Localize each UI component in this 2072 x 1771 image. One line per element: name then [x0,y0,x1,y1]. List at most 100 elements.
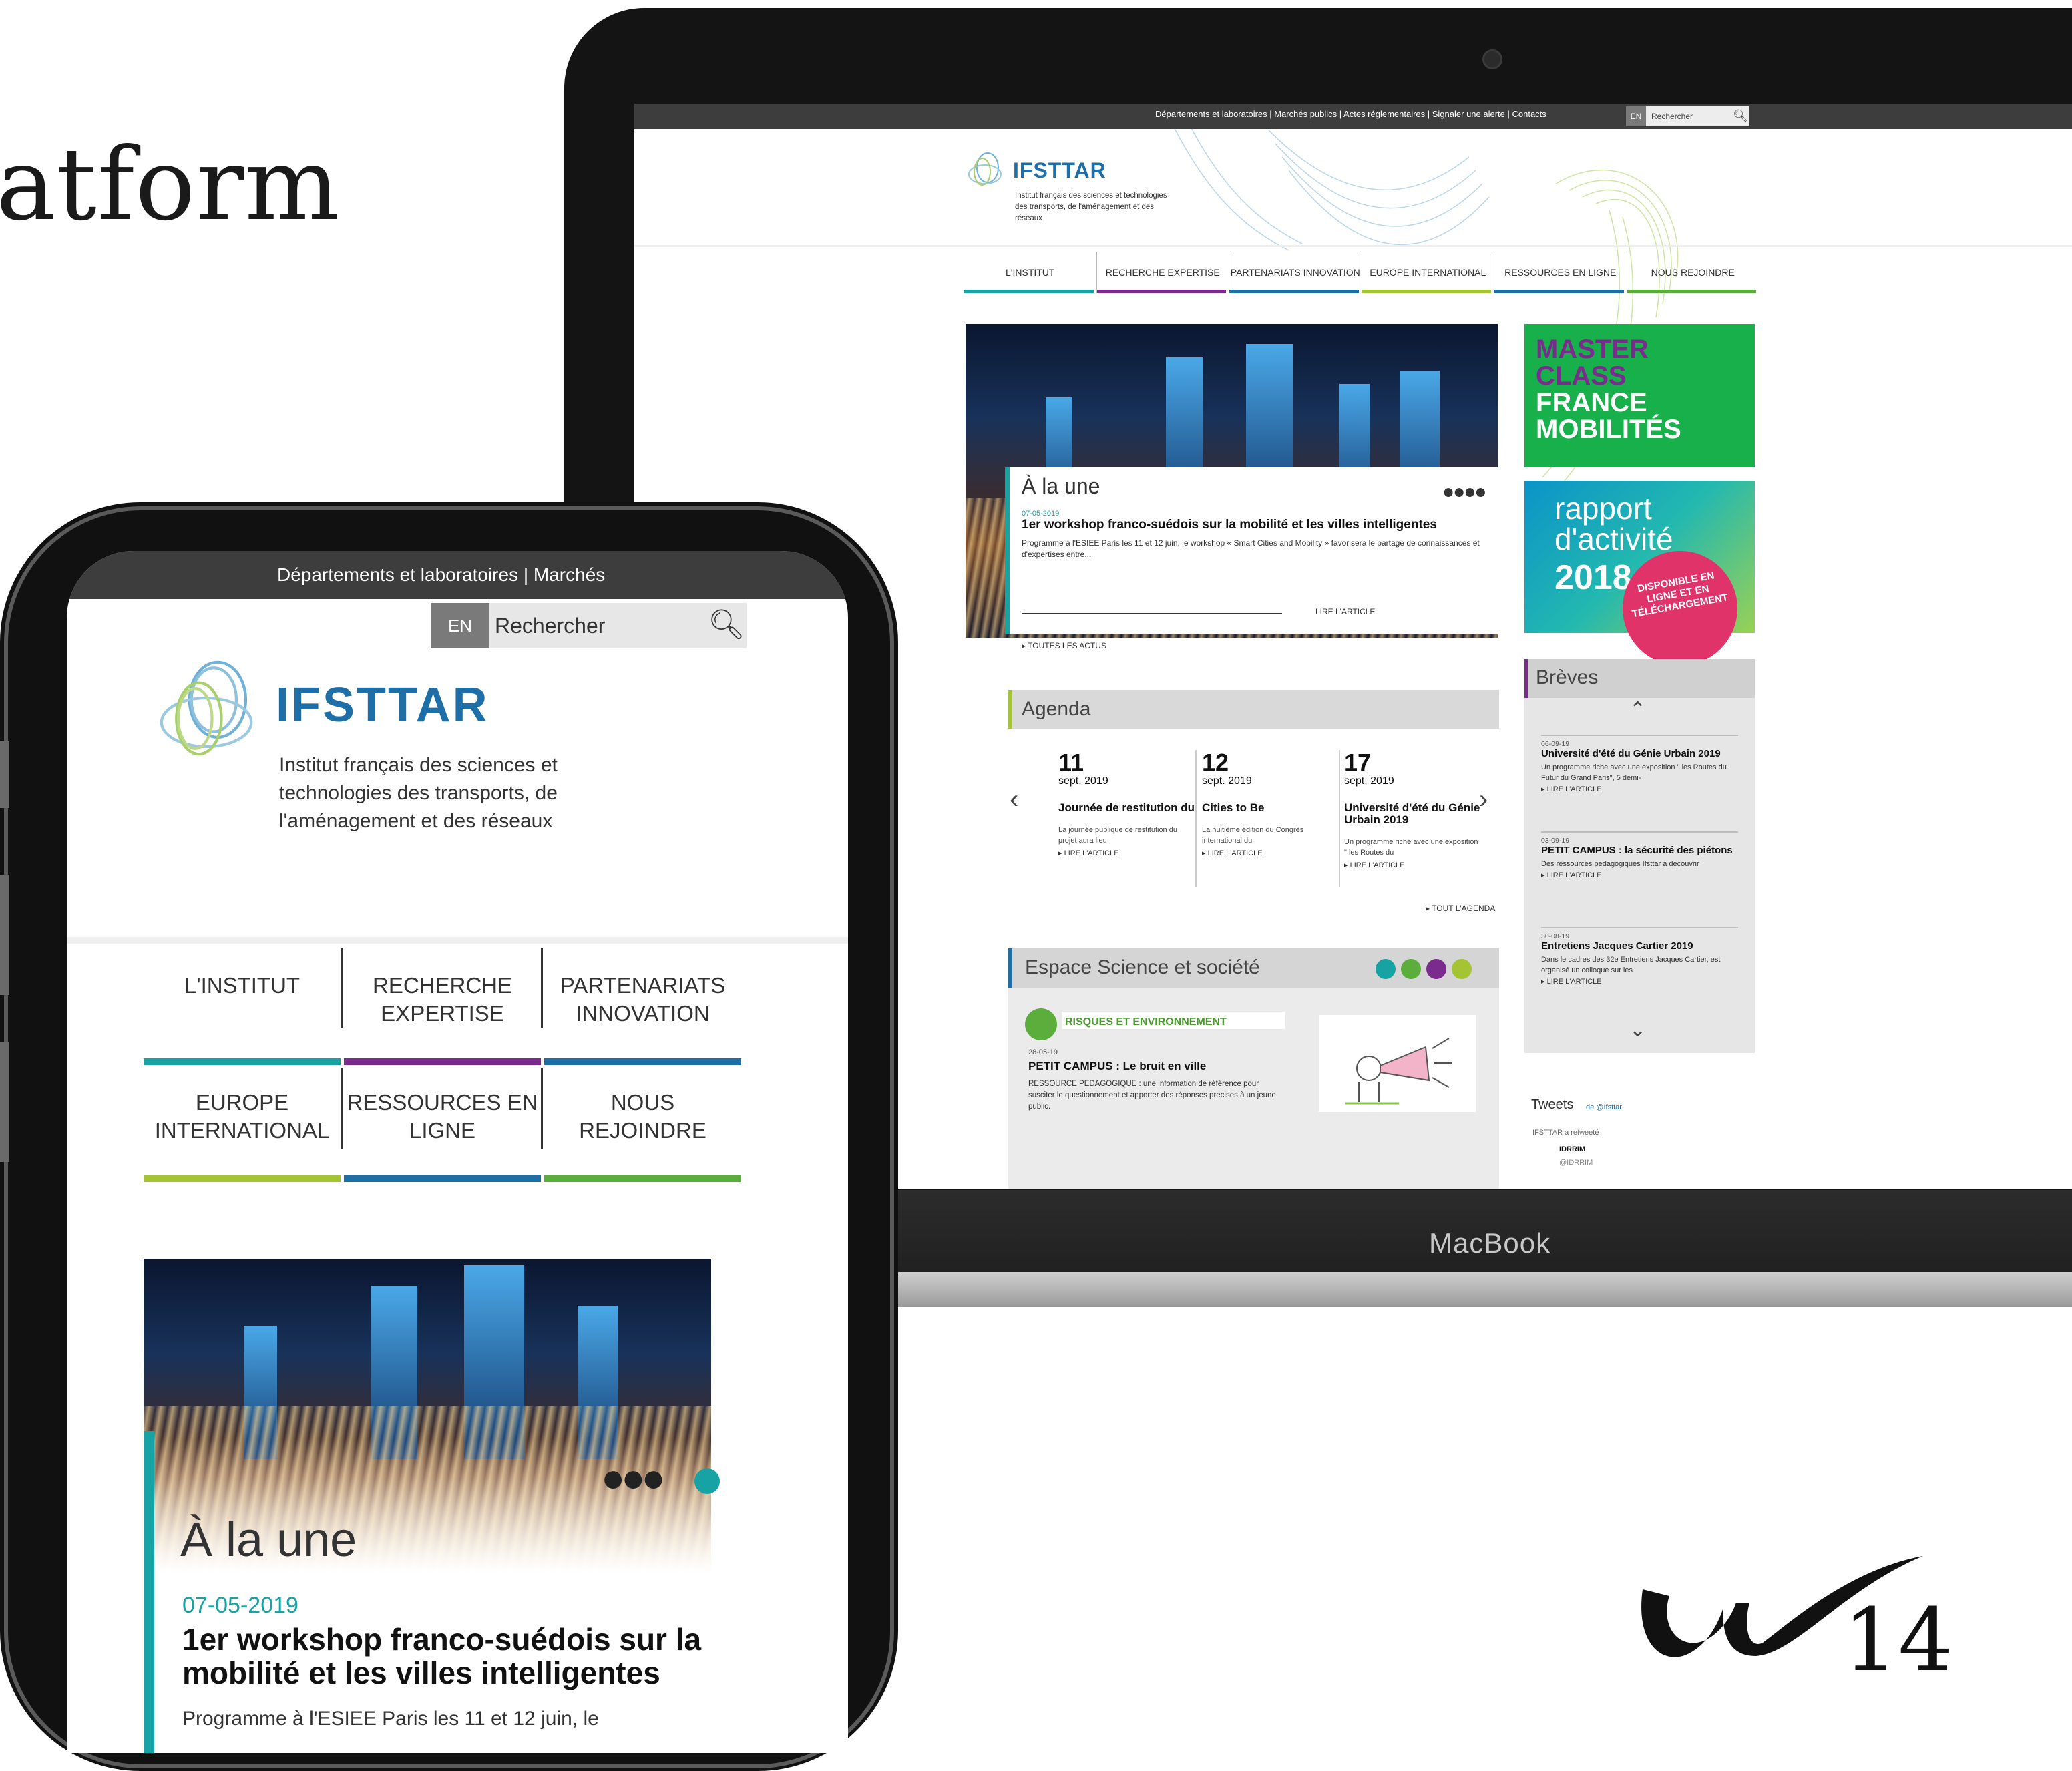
breve-read-link[interactable]: ▸ LIRE L'ARTICLE [1541,871,1738,879]
nav-label: RESSOURCES EN LIGNE [1504,267,1617,278]
megaphone-illustration [1319,1015,1476,1112]
chevron-up-icon[interactable]: ⌃ [1629,698,1646,721]
tweet-handle[interactable]: @IDRRIM [1559,1159,1593,1167]
carousel-dots[interactable]: ●●●● [1442,481,1486,504]
nav-item-institut[interactable]: L'INSTITUT [964,252,1097,293]
nav-underline [544,1175,741,1182]
breve-date: 30-08-19 [1541,932,1570,940]
agenda-item[interactable]: 11 sept. 2019 Journée de restitution du … [1058,750,1197,887]
nav-item-rejoindre[interactable]: NOUS REJOINDRE [1627,252,1759,293]
nav-item-rejoindre[interactable]: NOUS REJOINDRE [544,1068,741,1182]
carousel-dots[interactable]: ●●● [601,1454,666,1501]
rapport-year: 2018 [1555,558,1632,597]
chevron-left-icon[interactable]: ‹ [1010,785,1018,815]
nav-label: EUROPE INTERNATIONAL [154,1090,330,1143]
nav-underline [144,1175,341,1182]
agenda-summary: La huitième édition du Congrès internati… [1202,826,1304,845]
breve-read-link[interactable]: ▸ LIRE L'ARTICLE [1541,977,1738,986]
nav-item-ressources[interactable]: RESSOURCES EN LIGNE [1494,252,1627,293]
nav-item-europe[interactable]: EUROPE INTERNATIONAL [1362,252,1494,293]
nav-label: EUROPE INTERNATIONAL [1370,267,1486,278]
nav-item-partenariats[interactable]: PARTENARIATS INNOVATION [544,952,741,1065]
hero-headline[interactable]: 1er workshop franco-suédois sur la mobil… [182,1623,737,1690]
language-button[interactable]: EN [1626,106,1646,126]
nav-item-partenariats[interactable]: PARTENARIATS INNOVATION [1229,252,1362,293]
chevron-down-icon[interactable]: ⌄ [1629,1018,1646,1042]
nav-separator [541,948,543,1028]
top-menu[interactable]: Départements et laboratoires | Marchés p… [1155,109,1546,119]
breve-item[interactable]: 30-08-19 Entretiens Jacques Cartier 2019… [1541,927,1738,986]
science-tag[interactable]: RISQUES ET ENVIRONNEMENT [1065,1016,1227,1028]
carousel-dot-active[interactable] [694,1468,720,1494]
search-icon[interactable]: 🔍︎ [1733,109,1748,123]
tweets-by[interactable]: de @Ifsttar [1586,1103,1622,1111]
breve-title: Entretiens Jacques Cartier 2019 [1541,940,1693,952]
nav-item-recherche[interactable]: RECHERCHE EXPERTISE [344,952,541,1065]
rapport-title: rapport d'activité [1555,491,1673,556]
nav-underline [1229,290,1359,293]
nav-separator [341,948,343,1028]
ifsttar-logo-icon[interactable] [965,149,1009,193]
language-button[interactable]: EN [431,603,489,648]
main-nav: L'INSTITUT RECHERCHE EXPERTISE PARTENARI… [964,252,1759,293]
agenda-item[interactable]: 12 sept. 2019 Cities to Be La huitième é… [1202,750,1340,887]
phone-button [0,875,9,995]
all-news-link[interactable]: ▸ TOUTES LES ACTUS [1022,641,1106,650]
agenda-month: sept. 2019 [1202,775,1252,787]
nav-label: RECHERCHE EXPERTISE [372,973,513,1026]
nav-underline [1096,290,1226,293]
phone-button [0,741,9,808]
theme-network-icon[interactable] [1452,959,1472,979]
nav-item-europe[interactable]: EUROPE INTERNATIONAL [144,1068,341,1182]
read-more-link[interactable]: LIRE L'ARTICLE [1315,607,1375,616]
nav-item-ressources[interactable]: RESSOURCES EN LIGNE [344,1068,541,1182]
science-headline[interactable]: PETIT CAMPUS : Le bruit en ville [1028,1060,1206,1073]
header-divider [634,245,2072,247]
tweet-user[interactable]: IDRRIM [1559,1145,1585,1153]
agenda-read-link[interactable]: ▸ LIRE L'ARTICLE [1058,849,1195,857]
agenda-read-link[interactable]: ▸ LIRE L'ARTICLE [1202,849,1339,857]
agenda-read-link[interactable]: ▸ LIRE L'ARTICLE [1344,861,1481,869]
search-icon[interactable]: 🔍︎ [708,607,745,642]
hero-headline[interactable]: 1er workshop franco-suédois sur la mobil… [1022,518,1437,532]
agenda-month: sept. 2019 [1344,775,1394,787]
theme-infrastructure-icon[interactable] [1426,959,1446,979]
breve-item[interactable]: 03-09-19 PETIT CAMPUS : la sécurité des … [1541,831,1738,879]
agenda-summary: Un programme riche avec une exposition "… [1344,838,1478,857]
nav-label: RESSOURCES EN LIGNE [347,1090,538,1143]
science-date: 28-05-19 [1028,1048,1058,1056]
section-title: À la une [1022,474,1100,498]
master-line1: MASTER CLASS [1536,335,1649,391]
top-menu[interactable]: Départements et laboratoires | Marchés [277,564,605,586]
nav-separator [341,1068,343,1149]
read-more-line [1022,613,1282,614]
logo-text: IFSTTAR [1013,158,1106,182]
agenda-day: 17 [1344,749,1372,776]
hero-date: 07-05-2019 [182,1593,298,1618]
agenda-item[interactable]: 17 sept. 2019 Université d'été du Génie … [1344,750,1481,887]
nav-item-recherche[interactable]: RECHERCHE EXPERTISE [1096,252,1229,293]
ifsttar-logo-icon[interactable] [150,651,274,775]
breve-read-link[interactable]: ▸ LIRE L'ARTICLE [1541,785,1738,793]
nav-label: PARTENARIATS INNOVATION [560,973,726,1026]
laptop-hinge [868,1272,2072,1307]
nav-label: NOUS REJOINDRE [1651,267,1735,278]
breve-summary: Dans le cadres des 32e Entretiens Jacque… [1541,956,1721,974]
nav-underline [344,1058,541,1065]
nav-underline [144,1058,341,1065]
theme-environment-icon[interactable] [1401,959,1421,979]
nav-label: RECHERCHE EXPERTISE [1105,267,1220,278]
nav-label: L'INSTITUT [184,973,300,998]
science-title: Espace Science et société [1025,956,1260,978]
section-title: À la une [180,1513,357,1567]
all-agenda-link[interactable]: ▸ TOUT L'AGENDA [1426,904,1495,913]
agenda-day: 12 [1202,749,1229,776]
nav-label: PARTENARIATS INNOVATION [1230,267,1360,278]
nav-item-institut[interactable]: L'INSTITUT [144,952,341,1065]
laptop-camera [1482,49,1502,69]
breve-item[interactable]: 06-09-19 Université d'été du Génie Urbai… [1541,735,1738,793]
phone-button [0,1042,9,1162]
nav-separator [541,1068,543,1149]
theme-mobility-icon[interactable] [1376,959,1396,979]
nav-label: L'INSTITUT [1006,267,1055,278]
